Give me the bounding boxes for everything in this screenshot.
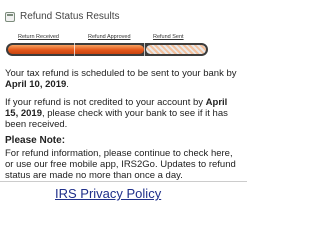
progress-bar-pending — [146, 45, 206, 54]
progress-bar — [6, 43, 208, 56]
step-refund-sent[interactable]: Refund Sent — [153, 33, 184, 41]
status-icon — [5, 12, 15, 22]
step-return-received[interactable]: Return Received — [18, 33, 59, 41]
step-divider — [144, 43, 145, 56]
note-body: For refund information, please continue … — [5, 148, 236, 181]
step-divider — [74, 43, 75, 56]
progress-bar-fill — [8, 45, 144, 54]
refund-status-page: Refund Status Results Return Received Re… — [0, 0, 247, 204]
step-refund-approved[interactable]: Refund Approved — [88, 33, 131, 41]
results-header: Refund Status Results — [0, 10, 247, 26]
page-title: Refund Status Results — [20, 11, 120, 22]
footer-divider — [0, 181, 247, 182]
scheduled-message: Your tax refund is scheduled to be sent … — [5, 68, 237, 90]
refund-progress-tracker: Return Received Refund Approved Refund S… — [6, 33, 208, 59]
scheduled-date: April 10, 2019 — [5, 79, 67, 90]
privacy-policy-link[interactable]: IRS Privacy Policy — [55, 186, 161, 202]
note-heading: Please Note: — [5, 135, 66, 146]
credit-message: If your refund is not credited to your a… — [5, 97, 228, 130]
